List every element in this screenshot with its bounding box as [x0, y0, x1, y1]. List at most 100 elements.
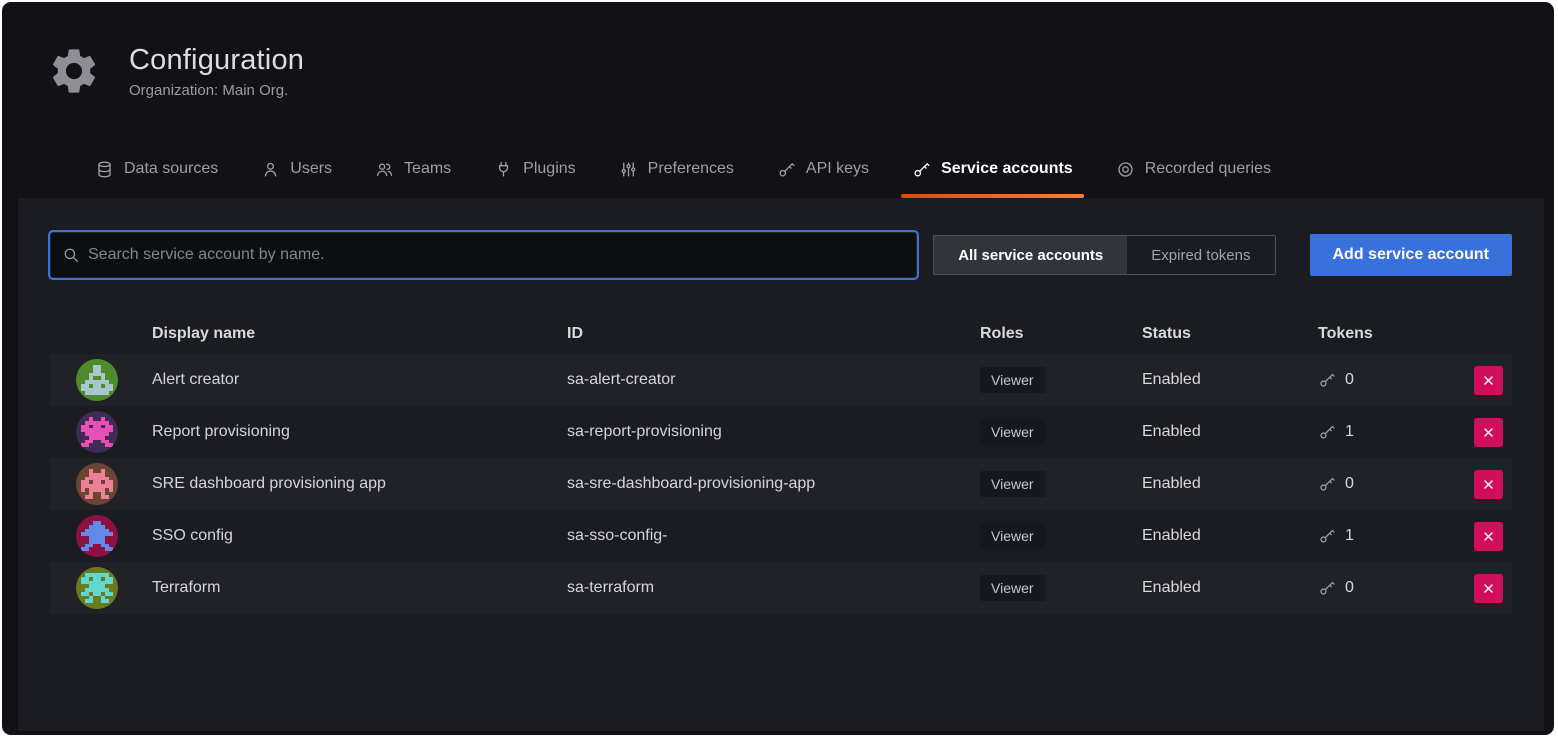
role-badge[interactable]: Viewer	[980, 523, 1045, 549]
status-cell: Enabled	[1142, 371, 1318, 389]
column-header-roles: Roles	[980, 325, 1142, 343]
tab-plugins[interactable]: Plugins	[481, 140, 588, 198]
status-cell: Enabled	[1142, 423, 1318, 441]
filter-all-service-accounts[interactable]: All service accounts	[934, 236, 1127, 274]
user-icon	[261, 160, 280, 179]
tab-label: Teams	[404, 160, 451, 178]
role-badge[interactable]: Viewer	[980, 419, 1045, 445]
token-count: 1	[1345, 423, 1354, 441]
tokens-cell: 1	[1318, 423, 1474, 441]
tab-label: Users	[290, 160, 332, 178]
search-input[interactable]	[88, 246, 905, 264]
page-titles: Configuration Organization: Main Org.	[129, 44, 304, 99]
id-cell: sa-report-provisioning	[567, 423, 980, 441]
key-icon	[1318, 371, 1336, 389]
key-icon	[1318, 475, 1336, 493]
filter-expired-tokens[interactable]: Expired tokens	[1127, 236, 1274, 274]
key-icon	[1318, 579, 1336, 597]
add-service-account-button[interactable]: Add service account	[1310, 234, 1513, 276]
tokens-cell: 0	[1318, 579, 1474, 597]
service-accounts-table: Display nameIDRolesStatusTokensAlert cre…	[50, 314, 1512, 614]
table-row[interactable]: Alert creatorsa-alert-creatorViewer Enabl…	[50, 354, 1512, 406]
database-icon	[95, 160, 114, 179]
table-row[interactable]: SRE dashboard provisioning appsa-sre-das…	[50, 458, 1512, 510]
tab-users[interactable]: Users	[248, 140, 345, 198]
avatar	[76, 567, 118, 609]
status-cell: Enabled	[1142, 579, 1318, 597]
column-header-tokens: Tokens	[1318, 325, 1474, 343]
column-header-id: ID	[567, 325, 980, 343]
tab-label: API keys	[806, 160, 869, 178]
id-cell: sa-alert-creator	[567, 371, 980, 389]
plug-icon	[494, 160, 513, 179]
id-cell: sa-sso-config-	[567, 527, 980, 545]
display-name-cell[interactable]: Terraform	[152, 579, 567, 597]
table-header-row: Display nameIDRolesStatusTokens	[50, 314, 1512, 354]
tab-preferences[interactable]: Preferences	[606, 140, 747, 198]
table-row[interactable]: SSO configsa-sso-config-Viewer Enabled 1	[50, 510, 1512, 562]
search-icon	[62, 246, 80, 264]
key-icon	[777, 160, 796, 179]
tab-label: Recorded queries	[1145, 160, 1271, 178]
tab-label: Preferences	[648, 160, 734, 178]
avatar	[76, 359, 118, 401]
tab-teams[interactable]: Teams	[362, 140, 464, 198]
key-icon	[1318, 423, 1336, 441]
token-count: 0	[1345, 579, 1354, 597]
avatar	[76, 463, 118, 505]
page-subtitle: Organization: Main Org.	[129, 82, 304, 99]
role-badge[interactable]: Viewer	[980, 367, 1045, 393]
id-cell: sa-terraform	[567, 579, 980, 597]
role-badge[interactable]: Viewer	[980, 575, 1045, 601]
delete-button[interactable]	[1474, 574, 1503, 603]
content-panel: All service accountsExpired tokens Add s…	[18, 198, 1544, 731]
tab-data-sources[interactable]: Data sources	[82, 140, 231, 198]
toolbar: All service accountsExpired tokens Add s…	[50, 232, 1512, 278]
tab-label: Plugins	[523, 160, 575, 178]
display-name-cell[interactable]: Report provisioning	[152, 423, 567, 441]
close-icon	[1482, 374, 1495, 387]
search-box[interactable]	[50, 232, 917, 278]
close-icon	[1482, 426, 1495, 439]
display-name-cell[interactable]: Alert creator	[152, 371, 567, 389]
avatar	[76, 411, 118, 453]
close-icon	[1482, 478, 1495, 491]
close-icon	[1482, 530, 1495, 543]
table-row[interactable]: Terraformsa-terraformViewer Enabled 0	[50, 562, 1512, 614]
page-header: Configuration Organization: Main Org.	[2, 2, 1554, 142]
record-icon	[1116, 160, 1135, 179]
tab-service-accounts[interactable]: Service accounts	[899, 140, 1086, 198]
id-cell: sa-sre-dashboard-provisioning-app	[567, 475, 980, 493]
status-cell: Enabled	[1142, 527, 1318, 545]
tab-bar: Data sources Users Teams Plugins Preferences…	[2, 140, 1554, 198]
column-header-display-name: Display name	[152, 325, 567, 343]
role-badge[interactable]: Viewer	[980, 471, 1045, 497]
tokens-cell: 0	[1318, 371, 1474, 389]
users-icon	[375, 160, 394, 179]
token-count: 0	[1345, 475, 1354, 493]
key-icon	[1318, 527, 1336, 545]
tab-label: Data sources	[124, 160, 218, 178]
display-name-cell[interactable]: SRE dashboard provisioning app	[152, 475, 567, 493]
avatar	[76, 515, 118, 557]
key-icon	[912, 160, 931, 179]
page-title: Configuration	[129, 44, 304, 77]
tab-api-keys[interactable]: API keys	[764, 140, 882, 198]
delete-button[interactable]	[1474, 366, 1503, 395]
tokens-cell: 1	[1318, 527, 1474, 545]
delete-button[interactable]	[1474, 470, 1503, 499]
sliders-icon	[619, 160, 638, 179]
tab-recorded-queries[interactable]: Recorded queries	[1103, 140, 1284, 198]
app-window: Configuration Organization: Main Org. Da…	[2, 2, 1554, 735]
delete-button[interactable]	[1474, 522, 1503, 551]
tab-label: Service accounts	[941, 160, 1073, 178]
close-icon	[1482, 582, 1495, 595]
display-name-cell[interactable]: SSO config	[152, 527, 567, 545]
token-count: 0	[1345, 371, 1354, 389]
delete-button[interactable]	[1474, 418, 1503, 447]
tokens-cell: 0	[1318, 475, 1474, 493]
token-count: 1	[1345, 527, 1354, 545]
table-row[interactable]: Report provisioningsa-report-provisionin…	[50, 406, 1512, 458]
gear-icon	[47, 44, 101, 98]
column-header-status: Status	[1142, 325, 1318, 343]
